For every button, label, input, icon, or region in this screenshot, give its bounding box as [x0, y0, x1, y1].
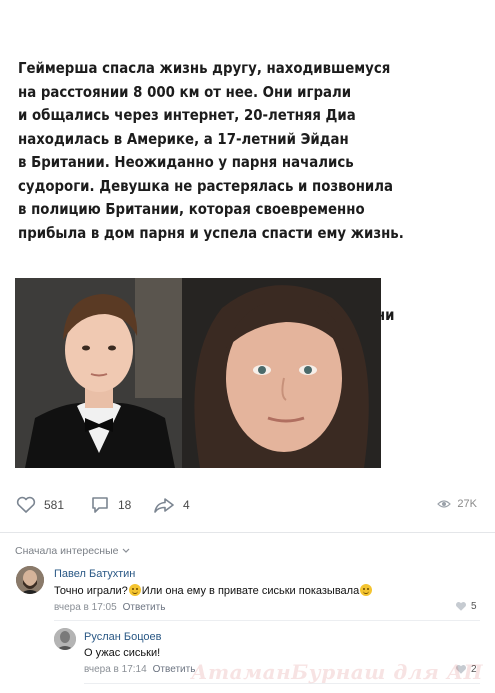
- comment-like-count: 5: [471, 601, 477, 612]
- comment-icon: [92, 497, 108, 513]
- post-paragraph-1: Геймерша спасла жизнь другу, находившему…: [18, 59, 404, 242]
- young-woman-portrait: [182, 278, 381, 468]
- thinking-emoji-icon: [128, 584, 141, 596]
- comment-author[interactable]: Руслан Боцоев: [84, 631, 161, 643]
- avatar[interactable]: [16, 566, 44, 594]
- watermark: АтаманБурнаш для АП: [191, 660, 483, 684]
- comment-text: Точно играли? Или она ему в привате сиськ…: [54, 584, 373, 597]
- heart-icon: [455, 602, 467, 611]
- chevron-down-icon: [122, 548, 129, 553]
- views-counter: 27K: [437, 498, 477, 510]
- comment-button[interactable]: 18: [90, 496, 131, 514]
- comment-meta: вчера в 17:05 Ответить: [54, 602, 165, 613]
- avatar-man-beard-icon: [16, 566, 44, 594]
- post-divider: [0, 532, 495, 533]
- share-button[interactable]: 4: [153, 496, 190, 514]
- comment-text-part-1: Точно играли?: [54, 585, 128, 597]
- like-button[interactable]: 581: [16, 496, 64, 514]
- smirk-emoji-icon: [360, 584, 373, 596]
- comment-count: 18: [118, 498, 132, 512]
- share-count: 4: [183, 498, 190, 512]
- photo-young-woman[interactable]: [182, 278, 381, 468]
- comment-text: О ужас сиськи!: [84, 647, 161, 659]
- share-arrow-icon: [154, 498, 174, 513]
- comment-divider: [54, 620, 480, 621]
- avatar-man-icon: [54, 628, 76, 650]
- comment-like-button[interactable]: 5: [455, 601, 477, 612]
- comment-time[interactable]: вчера в 17:14: [84, 664, 147, 675]
- comments-sort-dropdown[interactable]: Сначала интересные: [15, 545, 130, 557]
- post-actions-bar: 581 18 4 27K: [0, 496, 495, 522]
- comment-text-part-2: Или она ему в привате сиськи показывала: [141, 585, 360, 597]
- photo-young-man[interactable]: [15, 278, 182, 468]
- post-photos[interactable]: [15, 278, 381, 468]
- comments-sort-label: Сначала интересные: [15, 545, 119, 557]
- young-man-portrait: [15, 278, 182, 468]
- comment-meta: вчера в 17:14 Ответить: [84, 664, 195, 675]
- like-count: 581: [44, 498, 65, 512]
- comment-time[interactable]: вчера в 17:05: [54, 602, 117, 613]
- views-count: 27K: [457, 498, 477, 510]
- eye-icon: [437, 500, 452, 508]
- heart-icon: [16, 496, 36, 513]
- reply-button[interactable]: Ответить: [123, 602, 166, 613]
- comment-author[interactable]: Павел Батухтин: [54, 568, 135, 580]
- avatar[interactable]: [54, 628, 76, 650]
- reply-button[interactable]: Ответить: [153, 664, 196, 675]
